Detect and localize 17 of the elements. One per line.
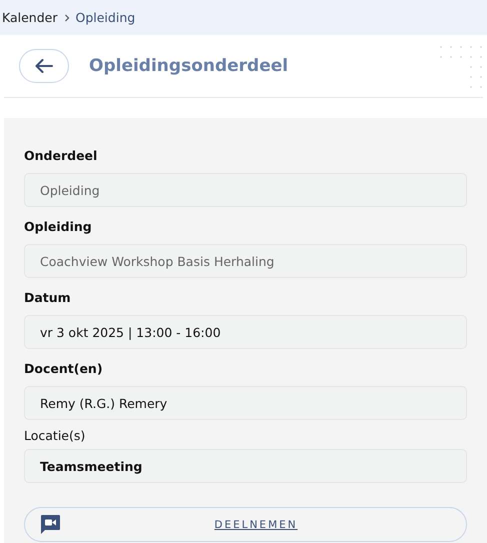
field-label: Docent(en) bbox=[24, 361, 104, 376]
input-field[interactable]: Remy (R.G.) Remery bbox=[24, 386, 467, 420]
field-label: Datum bbox=[24, 290, 72, 305]
chevron-icon bbox=[64, 14, 70, 22]
page-title: Opleidingsonderdeel bbox=[89, 56, 288, 76]
field-label: Locatie(s) bbox=[24, 428, 86, 443]
back-arrow-icon bbox=[35, 59, 53, 73]
input-field[interactable]: vr 3 okt 2025 | 13:00 - 16:00 bbox=[24, 315, 467, 349]
input-field[interactable]: Teamsmeeting bbox=[24, 449, 467, 483]
breadcrumb-link[interactable]: Kalender bbox=[2, 10, 58, 25]
field-label: Opleiding bbox=[24, 219, 93, 234]
back-button[interactable] bbox=[19, 49, 69, 83]
breadcrumb-link[interactable]: Opleiding bbox=[76, 10, 136, 25]
join-button[interactable]: DEELNEMEN bbox=[24, 507, 467, 542]
field-label: Onderdeel bbox=[24, 148, 98, 163]
dot-pattern-drawing bbox=[439, 45, 483, 89]
video-chat-icon bbox=[40, 514, 61, 535]
